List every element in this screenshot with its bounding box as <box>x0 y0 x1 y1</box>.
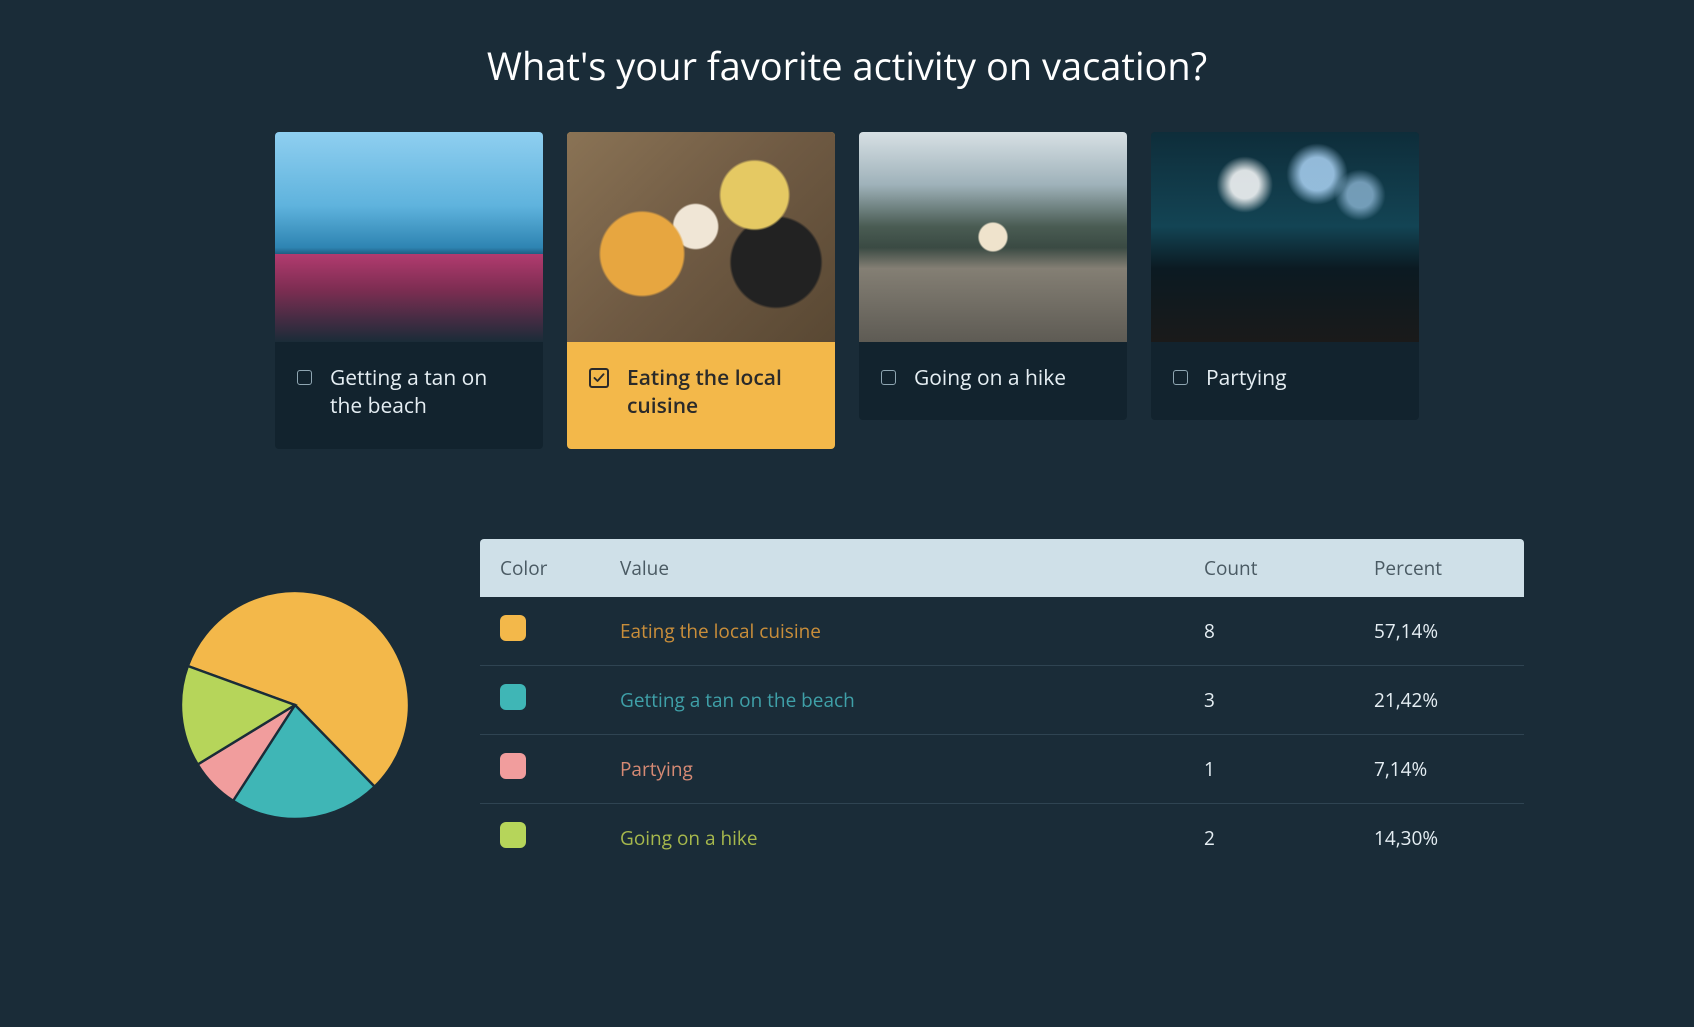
checkbox-icon[interactable] <box>1173 370 1188 385</box>
cell-percent: 7,14% <box>1354 734 1524 803</box>
option-card[interactable]: Going on a hike <box>859 132 1127 420</box>
option-caption: Getting a tan on the beach <box>275 342 543 449</box>
cell-value: Partying <box>600 734 1184 803</box>
cell-percent: 14,30% <box>1354 803 1524 872</box>
cell-count: 1 <box>1184 734 1354 803</box>
cell-count: 8 <box>1184 597 1354 666</box>
results-table-body: Eating the local cuisine857,14%Getting a… <box>480 597 1524 872</box>
table-header-percent: Percent <box>1354 539 1524 597</box>
cell-color <box>480 803 600 872</box>
cell-value: Getting a tan on the beach <box>600 665 1184 734</box>
option-label: Getting a tan on the beach <box>330 364 521 421</box>
checkbox-icon[interactable] <box>589 368 609 388</box>
cell-color <box>480 665 600 734</box>
table-row: Getting a tan on the beach321,42% <box>480 665 1524 734</box>
page-title: What's your favorite activity on vacatio… <box>170 40 1524 92</box>
results-section: Color Value Count Percent Eating the loc… <box>170 539 1524 872</box>
color-swatch <box>500 822 526 848</box>
option-caption: Going on a hike <box>859 342 1127 420</box>
cell-percent: 57,14% <box>1354 597 1524 666</box>
cell-value: Eating the local cuisine <box>600 597 1184 666</box>
cell-color <box>480 734 600 803</box>
checkbox-icon[interactable] <box>881 370 896 385</box>
option-thumb <box>567 132 835 342</box>
cell-color <box>480 597 600 666</box>
option-card[interactable]: Getting a tan on the beach <box>275 132 543 449</box>
checkbox-icon[interactable] <box>297 370 312 385</box>
pie-chart <box>175 585 415 825</box>
cell-count: 2 <box>1184 803 1354 872</box>
results-table: Color Value Count Percent Eating the loc… <box>480 539 1524 872</box>
option-card[interactable]: Eating the local cuisine <box>567 132 835 449</box>
table-row: Going on a hike214,30% <box>480 803 1524 872</box>
option-thumb <box>275 132 543 342</box>
table-row: Partying17,14% <box>480 734 1524 803</box>
pie-chart-container <box>170 585 420 825</box>
option-card[interactable]: Partying <box>1151 132 1419 420</box>
table-row: Eating the local cuisine857,14% <box>480 597 1524 666</box>
cell-value: Going on a hike <box>600 803 1184 872</box>
color-swatch <box>500 615 526 641</box>
option-thumb <box>1151 132 1419 342</box>
option-label: Going on a hike <box>914 364 1066 392</box>
option-caption: Eating the local cuisine <box>567 342 835 449</box>
option-label: Eating the local cuisine <box>627 364 813 421</box>
option-thumb <box>859 132 1127 342</box>
option-label: Partying <box>1206 364 1286 392</box>
cell-percent: 21,42% <box>1354 665 1524 734</box>
table-header-count: Count <box>1184 539 1354 597</box>
color-swatch <box>500 753 526 779</box>
option-cards: Getting a tan on the beach Eating the loc… <box>170 132 1524 449</box>
cell-count: 3 <box>1184 665 1354 734</box>
table-header-value: Value <box>600 539 1184 597</box>
table-header-color: Color <box>480 539 600 597</box>
color-swatch <box>500 684 526 710</box>
option-caption: Partying <box>1151 342 1419 420</box>
